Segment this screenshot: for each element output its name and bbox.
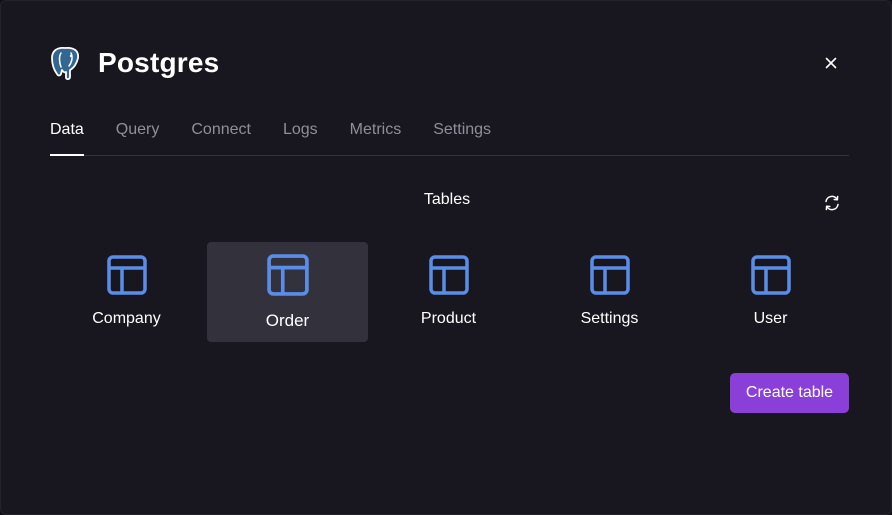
table-card-label: Order bbox=[265, 311, 310, 330]
table-icon bbox=[428, 254, 470, 296]
close-icon bbox=[825, 56, 837, 74]
tab-bar: Data Query Connect Logs Metrics Settings bbox=[50, 119, 849, 156]
table-card-label: Settings bbox=[580, 310, 639, 327]
table-card-user[interactable]: User bbox=[690, 242, 851, 342]
table-card-label: Product bbox=[420, 310, 477, 327]
modal-header: Postgres bbox=[50, 45, 219, 81]
tables-heading: Tables bbox=[423, 191, 471, 208]
table-card-order[interactable]: Order bbox=[207, 242, 368, 342]
page-title: Postgres bbox=[98, 47, 220, 78]
refresh-button[interactable] bbox=[821, 194, 843, 216]
table-icon bbox=[750, 254, 792, 296]
table-icon bbox=[266, 254, 309, 296]
table-card-company[interactable]: Company bbox=[46, 242, 207, 342]
table-icon bbox=[106, 254, 148, 296]
postgres-elephant-icon bbox=[50, 45, 81, 81]
tab-logs[interactable]: Logs bbox=[283, 119, 318, 155]
tab-metrics[interactable]: Metrics bbox=[350, 119, 402, 155]
close-button[interactable] bbox=[819, 53, 843, 77]
table-icon bbox=[589, 254, 631, 296]
tab-data[interactable]: Data bbox=[50, 119, 84, 156]
table-card-label: User bbox=[753, 310, 788, 327]
tab-query[interactable]: Query bbox=[116, 119, 160, 155]
tab-connect[interactable]: Connect bbox=[191, 119, 251, 155]
tab-settings[interactable]: Settings bbox=[433, 119, 491, 155]
refresh-icon bbox=[823, 194, 841, 217]
table-card-product[interactable]: Product bbox=[368, 242, 529, 342]
postgres-modal: Postgres Data Query Connect Logs Metrics… bbox=[0, 0, 892, 515]
table-card-label: Company bbox=[92, 310, 161, 327]
create-table-button[interactable]: Create table bbox=[730, 373, 849, 413]
tables-list: Company Order Product Settings User bbox=[46, 242, 851, 342]
table-card-settings[interactable]: Settings bbox=[529, 242, 690, 342]
